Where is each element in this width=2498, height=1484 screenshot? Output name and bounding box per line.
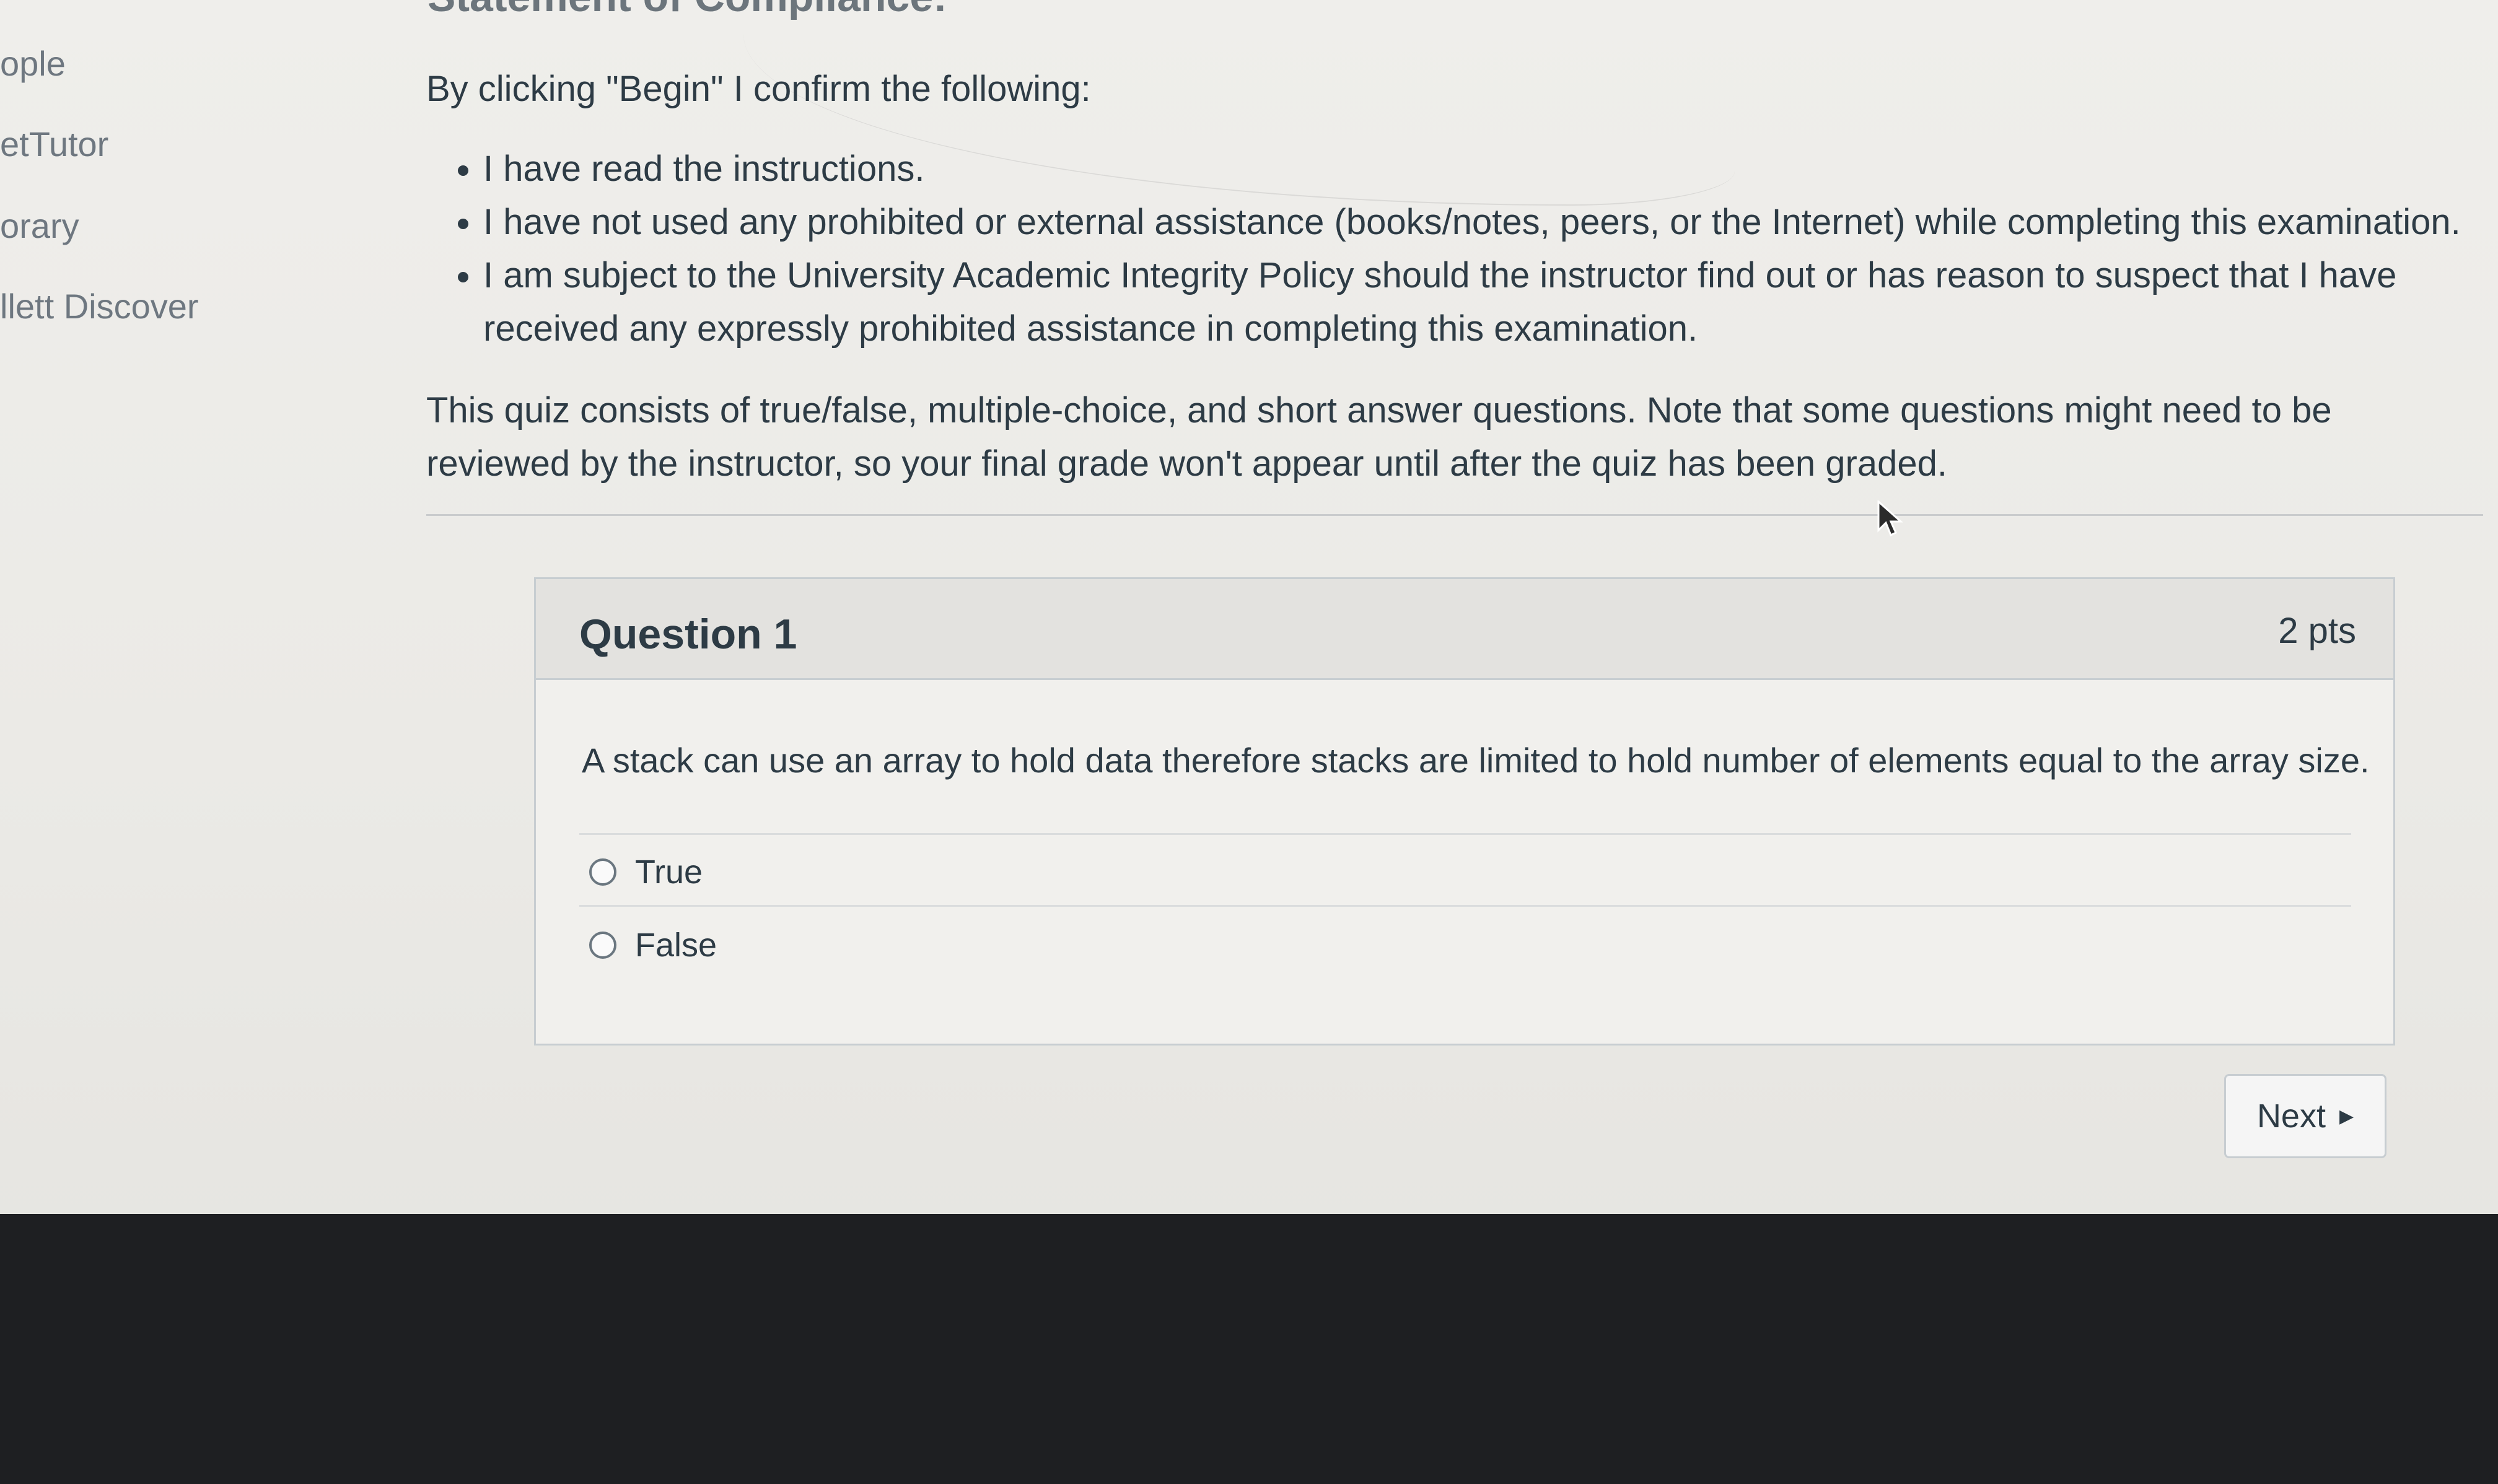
compliance-item: I have not used any prohibited or extern… [483, 196, 2498, 249]
question-card: Question 1 2 pts A stack can use an arra… [534, 577, 2395, 1045]
sidebar-item-library[interactable]: orary [0, 206, 79, 246]
page-heading: Statement of Compliance: [427, 0, 947, 21]
sidebar: ople etTutor orary llett Discover [0, 0, 347, 1214]
question-text: A stack can use an array to hold data th… [582, 741, 2370, 780]
radio-button[interactable] [589, 858, 616, 886]
divider [579, 833, 2351, 835]
mouse-pointer-icon [1877, 500, 1903, 537]
divider [426, 514, 2483, 516]
caret-right-icon: ▶ [2339, 1106, 2354, 1127]
compliance-item: I have read the instructions. [483, 142, 2498, 196]
question-title: Question 1 [579, 611, 797, 658]
sidebar-item-nettutor[interactable]: etTutor [0, 124, 108, 164]
question-points: 2 pts [2278, 611, 2356, 651]
sidebar-item-follett-discover[interactable]: llett Discover [0, 286, 199, 326]
question-header: Question 1 2 pts [536, 579, 2393, 680]
compliance-item: I am subject to the University Academic … [483, 249, 2498, 356]
answer-label: True [635, 853, 703, 891]
compliance-list: I have read the instructions. I have not… [427, 142, 2498, 356]
quiz-description: This quiz consists of true/false, multip… [426, 390, 2332, 484]
answer-label: False [635, 927, 717, 964]
next-button[interactable]: Next ▶ [2224, 1074, 2386, 1158]
monitor-bezel [0, 1214, 2498, 1484]
answer-option-true[interactable]: True [589, 838, 2349, 906]
divider [579, 905, 2351, 907]
radio-button[interactable] [589, 932, 616, 959]
answer-option-false[interactable]: False [589, 911, 2349, 979]
compliance-intro: By clicking "Begin" I confirm the follow… [426, 69, 1091, 109]
screen: ople etTutor orary llett Discover Statem… [0, 0, 2498, 1257]
sidebar-item-people[interactable]: ople [0, 43, 66, 84]
next-label: Next [2256, 1098, 2326, 1135]
